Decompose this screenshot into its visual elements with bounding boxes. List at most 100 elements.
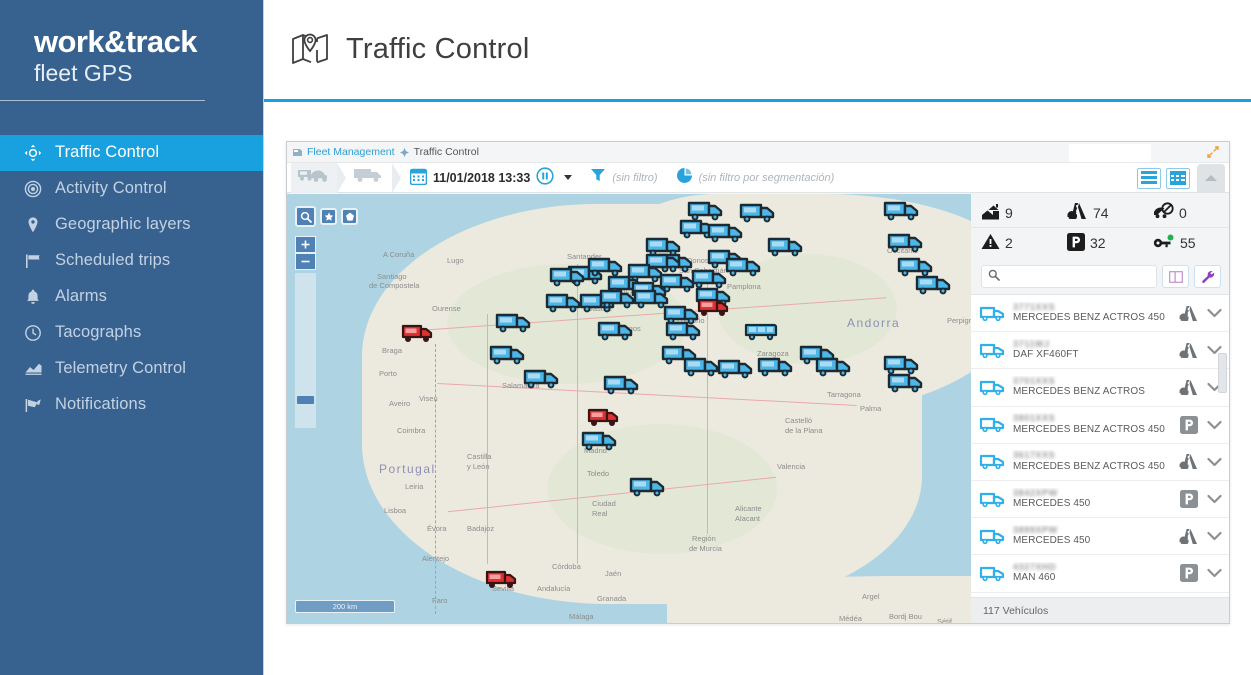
breadcrumb-blank-field[interactable] xyxy=(1069,144,1151,162)
vehicle-list-scrollbar[interactable] xyxy=(1218,353,1227,393)
map-vehicle-marker[interactable] xyxy=(545,290,583,314)
vehicle-row[interactable]: 3801XXS MERCEDES BENZ ACTROS 450 xyxy=(971,406,1229,444)
map-vehicle-marker[interactable] xyxy=(815,354,853,378)
brand-logo: work&track fleet GPS xyxy=(0,0,263,87)
search-box[interactable] xyxy=(981,265,1157,288)
map-vehicle-marker[interactable] xyxy=(401,322,435,344)
chevron-down-icon[interactable] xyxy=(1203,308,1225,318)
filter-control[interactable]: (sin filtro) xyxy=(590,167,658,188)
vehicle-row[interactable]: 3771XXS MERCEDES BENZ ACTROS 450 xyxy=(971,295,1229,333)
grid-view-icon[interactable] xyxy=(1166,167,1190,189)
map-vehicle-marker[interactable] xyxy=(707,220,745,244)
chevron-down-icon[interactable] xyxy=(564,175,573,180)
map-vehicle-marker[interactable] xyxy=(683,354,721,378)
map-vehicle-marker[interactable] xyxy=(603,372,641,396)
pause-circle-icon[interactable] xyxy=(536,167,554,188)
crosshair-icon xyxy=(24,143,50,163)
map-vehicle-marker[interactable] xyxy=(915,272,953,296)
vehicle-row[interactable]: 4327XHD MAN 460 xyxy=(971,555,1229,593)
map-vehicle-marker[interactable] xyxy=(767,234,805,258)
breadcrumb: Fleet Management Traffic Control xyxy=(287,142,1229,163)
star-icon[interactable] xyxy=(320,208,337,225)
stat-in-traffic[interactable]: 74 xyxy=(1057,202,1143,223)
vehicle-row[interactable]: 3701XXS MERCEDES BENZ ACTROS xyxy=(971,369,1229,407)
tab-mixed-fleet[interactable] xyxy=(291,162,337,193)
truck-list-icon xyxy=(979,528,1007,545)
vehicle-row[interactable]: 3899XPW MERCEDES 450 xyxy=(971,518,1229,556)
sidebar-item-alarms[interactable]: Alarms xyxy=(0,279,263,315)
calendar-icon[interactable] xyxy=(409,168,428,188)
breadcrumb-root[interactable]: Fleet Management xyxy=(307,146,395,158)
map-vehicle-marker[interactable] xyxy=(717,356,755,380)
zoom-thumb[interactable] xyxy=(297,396,314,404)
map-vehicle-marker[interactable] xyxy=(549,264,587,288)
map-vehicle-marker[interactable] xyxy=(523,366,561,390)
map-vehicle-marker[interactable] xyxy=(489,342,527,366)
tab-truck-fleet[interactable] xyxy=(346,163,392,193)
search-input[interactable] xyxy=(1005,270,1156,283)
sidebar-item-tacographs[interactable]: Tacographs xyxy=(0,315,263,351)
zoom-track[interactable] xyxy=(295,273,316,428)
chevron-down-icon[interactable] xyxy=(1203,494,1225,504)
map-vehicle-marker[interactable] xyxy=(495,310,533,334)
home-icon xyxy=(981,203,1000,223)
vehicle-count-label: 117 Vehículos xyxy=(983,604,1049,617)
expand-diagonal-icon[interactable] xyxy=(1205,145,1221,159)
vehicle-row[interactable]: 3842XPW MERCEDES 450 xyxy=(971,480,1229,519)
stat-home[interactable]: 9 xyxy=(971,203,1057,223)
map-vehicle-marker[interactable] xyxy=(883,198,921,222)
page-title: Traffic Control xyxy=(346,33,530,65)
stat-value: 55 xyxy=(1180,235,1196,251)
segmentation-filter-control[interactable]: (sin filtro por segmentación) xyxy=(676,167,834,189)
sidebar-item-telemetry-control[interactable]: Telemetry Control xyxy=(0,351,263,387)
main-content: Traffic Control Fleet Management Traffic… xyxy=(263,0,1251,675)
application-root: work&track fleet GPS Traffic Control Act… xyxy=(0,0,1251,675)
chevron-down-icon[interactable] xyxy=(1203,420,1225,430)
chevron-down-icon[interactable] xyxy=(1203,457,1225,467)
stat-value: 32 xyxy=(1090,235,1106,251)
sidebar: work&track fleet GPS Traffic Control Act… xyxy=(0,0,263,675)
map-vehicle-marker[interactable] xyxy=(597,318,635,342)
vehicle-info: 3711WJ DAF XF460FT xyxy=(1007,339,1175,362)
chevron-down-icon[interactable] xyxy=(1203,531,1225,541)
vehicle-info: 3701XXS MERCEDES BENZ ACTROS xyxy=(1007,376,1175,399)
magnifier-icon[interactable] xyxy=(295,206,316,227)
map-zoom-slider[interactable] xyxy=(295,236,316,428)
sidebar-item-geographic-layers[interactable]: Geographic layers xyxy=(0,207,263,243)
map-vehicle-marker[interactable] xyxy=(743,320,779,342)
sidebar-item-activity-control[interactable]: Activity Control xyxy=(0,171,263,207)
chevron-up-icon[interactable] xyxy=(1197,164,1225,192)
stat-value: 74 xyxy=(1093,204,1109,221)
map-vehicle-marker[interactable] xyxy=(697,296,731,318)
datetime-control[interactable]: 11/01/2018 13:33 xyxy=(409,167,573,188)
sidebar-item-scheduled-trips[interactable]: Scheduled trips xyxy=(0,243,263,279)
map-vehicle-marker[interactable] xyxy=(887,230,925,254)
brand-divider xyxy=(0,99,205,101)
map-vehicle-marker[interactable] xyxy=(485,568,519,590)
map-vehicle-marker[interactable] xyxy=(599,286,637,310)
wrench-icon[interactable] xyxy=(1194,265,1221,288)
map-vehicle-marker[interactable] xyxy=(757,354,795,378)
stat-ignition-on[interactable]: 55 xyxy=(1143,233,1229,254)
stat-no-signal[interactable]: 0 xyxy=(1143,202,1229,223)
zoom-out-button[interactable] xyxy=(295,253,316,270)
list-view-icon[interactable] xyxy=(1137,167,1161,189)
stat-warnings[interactable]: 2 xyxy=(971,233,1057,253)
map-vehicle-marker[interactable] xyxy=(725,254,763,278)
polygon-icon[interactable] xyxy=(341,208,358,225)
sidebar-item-traffic-control[interactable]: Traffic Control xyxy=(0,134,263,171)
chevron-down-icon[interactable] xyxy=(1203,568,1225,578)
map-vehicle-marker[interactable] xyxy=(587,406,621,428)
columns-icon[interactable] xyxy=(1162,265,1189,288)
zoom-in-button[interactable] xyxy=(295,236,316,253)
vehicle-row[interactable]: 3711WJ DAF XF460FT xyxy=(971,332,1229,370)
vehicle-list[interactable]: 3771XXS MERCEDES BENZ ACTROS 450 3711WJ DAF… xyxy=(971,294,1229,597)
map-vehicle-marker[interactable] xyxy=(581,428,619,452)
map-vehicle-marker[interactable] xyxy=(887,370,925,394)
stat-parked[interactable]: 32 xyxy=(1057,232,1143,254)
vehicle-row[interactable]: 3617XXS MERCEDES BENZ ACTROS 450 xyxy=(971,443,1229,481)
map-vehicle-marker[interactable] xyxy=(665,318,703,342)
truck-list-icon xyxy=(979,491,1007,508)
sidebar-item-notifications[interactable]: Notifications xyxy=(0,387,263,423)
map-vehicle-marker[interactable] xyxy=(629,474,667,498)
